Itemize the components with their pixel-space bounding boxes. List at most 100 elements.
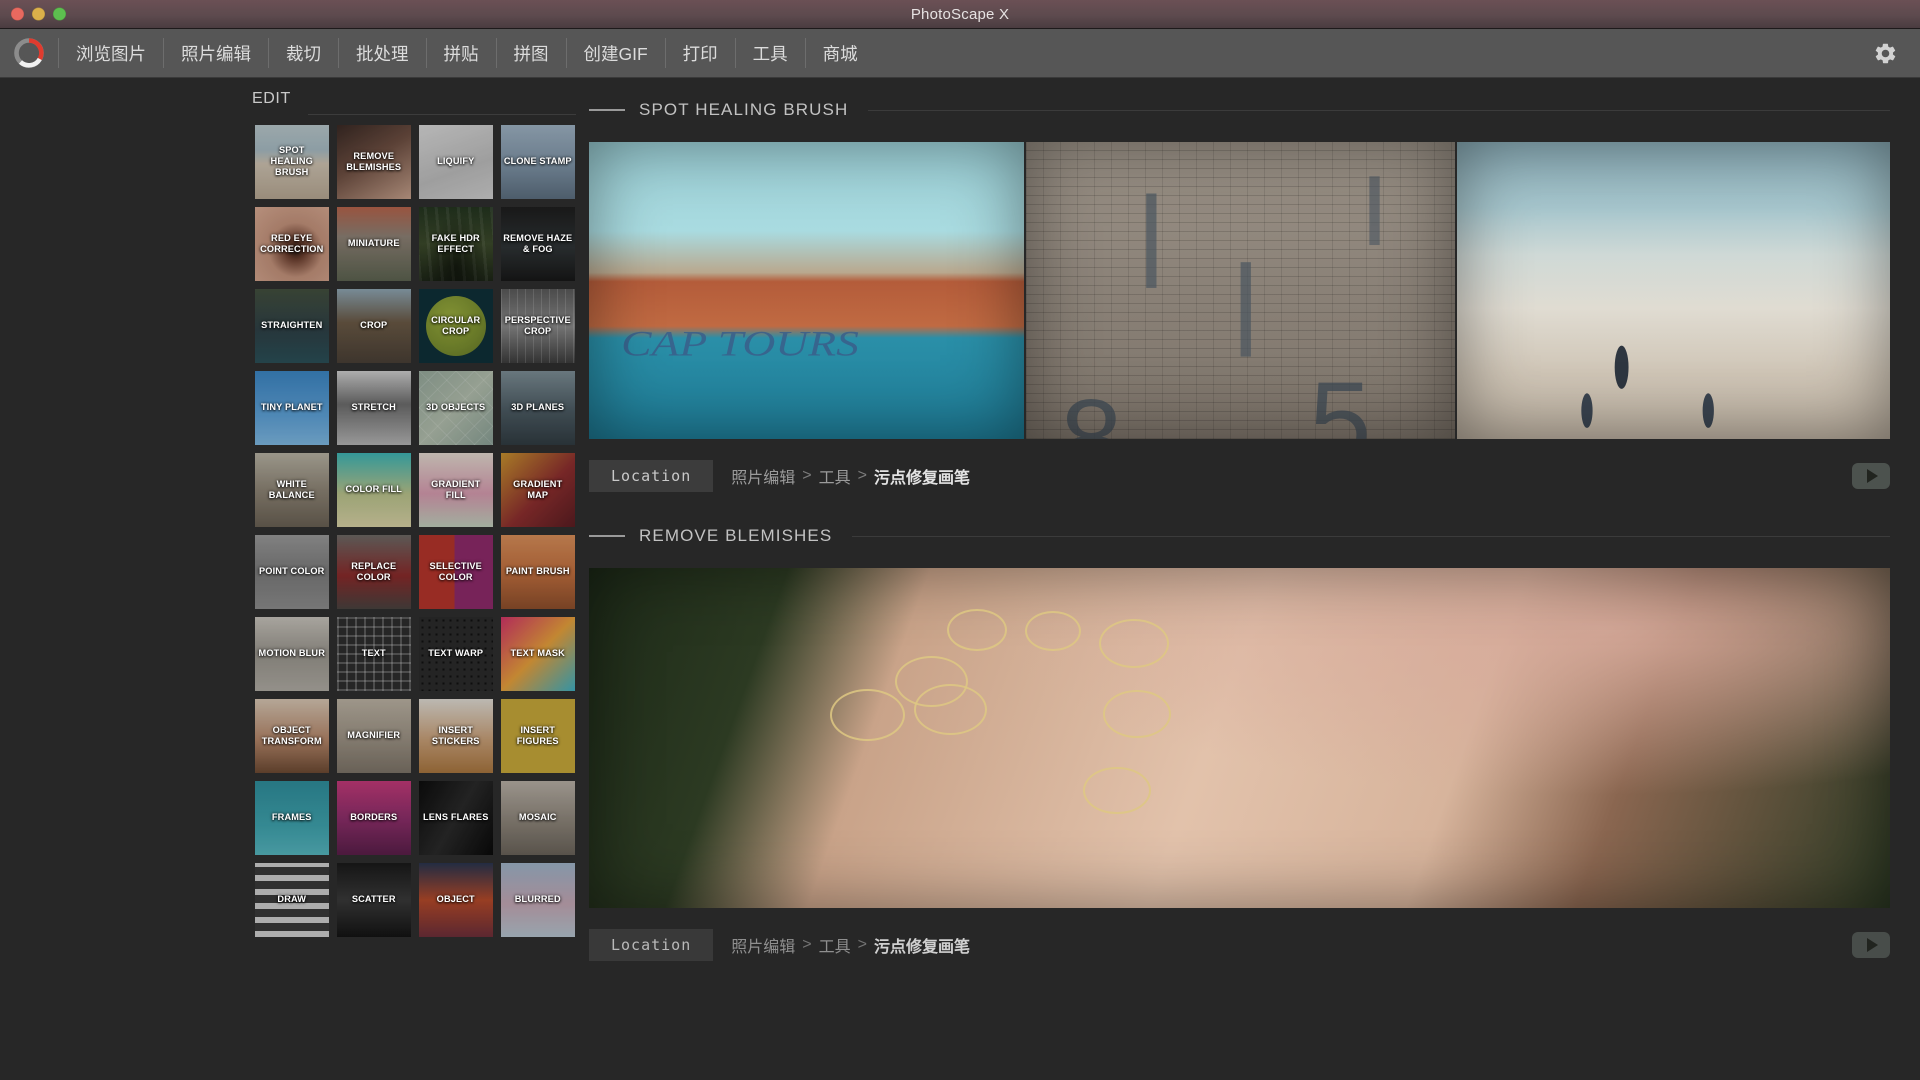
location-bar-1: Location 照片编辑 > 工具 > 污点修复画笔	[589, 459, 1890, 493]
tool-tile-spot-healing-brush[interactable]: SPOT HEALING BRUSH	[255, 125, 329, 199]
preview-image-blemishes[interactable]	[589, 568, 1890, 908]
tool-tile-remove-blemishes[interactable]: REMOVE BLEMISHES	[337, 125, 411, 199]
tool-tile-gradient-map[interactable]: GRADIENT MAP	[501, 453, 575, 527]
menu-item-combine[interactable]: 拼图	[495, 38, 566, 68]
tool-tile-label: MINIATURE	[347, 238, 400, 249]
tool-tile-white-balance[interactable]: WHITE BALANCE	[255, 453, 329, 527]
breadcrumb-separator: >	[802, 467, 812, 484]
tool-tile-perspective-crop[interactable]: PERSPECTIVE CROP	[501, 289, 575, 363]
tool-tile-label: SPOT HEALING BRUSH	[270, 144, 313, 178]
tool-tile-crop[interactable]: CROP	[337, 289, 411, 363]
menu-bar: 浏览图片 照片编辑 裁切 批处理 拼贴 拼图 创建GIF 打印 工具 商城	[0, 29, 1920, 78]
tool-tile-fake-hdr-effect[interactable]: FAKE HDR EFFECT	[419, 207, 493, 281]
tool-tile-text[interactable]: TEXT	[337, 617, 411, 691]
location-chip: Location	[589, 460, 714, 492]
sidebar-heading: EDIT	[252, 90, 291, 107]
location-bar-2: Location 照片编辑 > 工具 > 污点修复画笔	[589, 928, 1890, 962]
maximize-button[interactable]	[53, 7, 66, 21]
tool-tile-label: MOTION BLUR	[258, 648, 325, 659]
tool-tile-label: POINT COLOR	[259, 566, 325, 577]
tool-sidebar: EDIT SPOT HEALING BRUSH REMOVE BLEMISHES L…	[0, 78, 585, 1080]
blemish-marker	[914, 683, 988, 735]
menu-item-batch[interactable]: 批处理	[338, 38, 426, 68]
tool-tile-label: WHITE BALANCE	[268, 478, 315, 500]
tool-tile-lens-flares[interactable]: LENS FLARES	[419, 781, 493, 855]
tool-tile-replace-color[interactable]: REPLACE COLOR	[337, 535, 411, 609]
tool-tile-clone-stamp[interactable]: CLONE STAMP	[501, 125, 575, 199]
preview-image-pool[interactable]: CAP TOURS	[589, 142, 1024, 439]
tool-tile-label: LENS FLARES	[423, 812, 489, 823]
tool-tile-text-mask[interactable]: TEXT MASK	[501, 617, 575, 691]
tool-tile-label: LIQUIFY	[437, 156, 475, 167]
menu-item-editor[interactable]: 照片编辑	[163, 38, 268, 68]
tool-tile-red-eye-correction[interactable]: RED EYE CORRECTION	[255, 207, 329, 281]
content-panel: SPOT HEALING BRUSH CAP TOURS 8 5 Locatio…	[585, 78, 1920, 1080]
tool-tile-label: MAGNIFIER	[347, 730, 401, 741]
tool-tile-paint-brush[interactable]: PAINT BRUSH	[501, 535, 575, 609]
tool-tile-text-warp[interactable]: TEXT WARP	[419, 617, 493, 691]
breadcrumb-1: 照片编辑 > 工具 > 污点修复画笔	[731, 464, 970, 488]
blemish-marker	[1024, 610, 1081, 651]
tool-tile-label: SELECTIVE COLOR	[429, 560, 482, 582]
tool-tile-insert-stickers[interactable]: INSERT STICKERS	[419, 699, 493, 773]
tool-tile-magnifier[interactable]: MAGNIFIER	[337, 699, 411, 773]
preview-image-brick-wall[interactable]: 8 5	[1023, 142, 1457, 439]
tool-tile-circular-crop[interactable]: CIRCULAR CROP	[419, 289, 493, 363]
tool-tile-stretch[interactable]: STRETCH	[337, 371, 411, 445]
tool-tile-remove-haze-fog[interactable]: REMOVE HAZE & FOG	[501, 207, 575, 281]
tool-tile-grid: SPOT HEALING BRUSH REMOVE BLEMISHES LIQUIF…	[255, 125, 575, 937]
breadcrumb-item-tools[interactable]: 工具	[819, 933, 851, 957]
tool-tile-label: CIRCULAR CROP	[431, 314, 481, 336]
close-button[interactable]	[11, 7, 24, 21]
tool-tile-3d-objects[interactable]: 3D OBJECTS	[419, 371, 493, 445]
tool-tile-borders[interactable]: BORDERS	[337, 781, 411, 855]
tool-tile-draw[interactable]: DRAW	[255, 863, 329, 937]
tool-tile-label: MOSAIC	[518, 812, 557, 823]
tool-tile-motion-blur[interactable]: MOTION BLUR	[255, 617, 329, 691]
tool-tile-label: BORDERS	[350, 812, 398, 823]
minimize-button[interactable]	[32, 7, 45, 21]
tool-tile-tiny-planet[interactable]: TINY PLANET	[255, 371, 329, 445]
tool-tile-label: TEXT WARP	[428, 648, 484, 659]
breadcrumb-item-editor[interactable]: 照片编辑	[731, 933, 795, 957]
menu-item-tools[interactable]: 工具	[734, 38, 805, 68]
menu-item-browse[interactable]: 浏览图片	[58, 38, 163, 68]
tool-tile-insert-figures[interactable]: INSERT FIGURES	[501, 699, 575, 773]
menu-item-print[interactable]: 打印	[664, 38, 735, 68]
workspace: EDIT SPOT HEALING BRUSH REMOVE BLEMISHES L…	[0, 78, 1920, 1080]
menu-item-store[interactable]: 商城	[804, 38, 875, 68]
tool-tile-mosaic[interactable]: MOSAIC	[501, 781, 575, 855]
tool-tile-selective-color[interactable]: SELECTIVE COLOR	[419, 535, 493, 609]
play-button-1[interactable]	[1852, 463, 1890, 489]
tool-tile-frames[interactable]: FRAMES	[255, 781, 329, 855]
tool-tile-point-color[interactable]: POINT COLOR	[255, 535, 329, 609]
tool-tile-straighten[interactable]: STRAIGHTEN	[255, 289, 329, 363]
tool-tile-object-transform[interactable]: OBJECT TRANSFORM	[255, 699, 329, 773]
tool-tile-liquify[interactable]: LIQUIFY	[419, 125, 493, 199]
tool-tile-object[interactable]: OBJECT	[419, 863, 493, 937]
breadcrumb-item-tools[interactable]: 工具	[819, 464, 851, 488]
tool-tile-label: TINY PLANET	[260, 402, 323, 413]
menu-item-cut[interactable]: 裁切	[268, 38, 338, 68]
window-title: PhotoScape X	[910, 5, 1010, 23]
sidebar-divider	[308, 114, 576, 115]
tool-tile-label: TEXT MASK	[510, 648, 565, 659]
menu-item-gif[interactable]: 创建GIF	[565, 38, 665, 68]
breadcrumb-separator: >	[802, 936, 812, 953]
play-button-2[interactable]	[1852, 932, 1890, 958]
photoscape-logo-icon[interactable]	[0, 38, 58, 68]
tool-tile-miniature[interactable]: MINIATURE	[337, 207, 411, 281]
header-rule	[868, 109, 1890, 111]
gear-icon[interactable]	[1868, 36, 1902, 70]
tool-tile-gradient-fill[interactable]: GRADIENT FILL	[419, 453, 493, 527]
tool-tile-3d-planes[interactable]: 3D PLANES	[501, 371, 575, 445]
tool-tile-scatter[interactable]: SCATTER	[337, 863, 411, 937]
preview-image-beach[interactable]	[1456, 142, 1890, 439]
breadcrumb-item-editor[interactable]: 照片编辑	[731, 464, 795, 488]
section-header-spot-healing-brush: SPOT HEALING BRUSH	[589, 100, 1890, 120]
tool-tile-label: OBJECT	[436, 894, 475, 905]
tool-tile-label: GRADIENT MAP	[513, 478, 563, 500]
menu-item-collage[interactable]: 拼贴	[425, 38, 496, 68]
tool-tile-blurred[interactable]: BLURRED	[501, 863, 575, 937]
tool-tile-color-fill[interactable]: COLOR FILL	[337, 453, 411, 527]
